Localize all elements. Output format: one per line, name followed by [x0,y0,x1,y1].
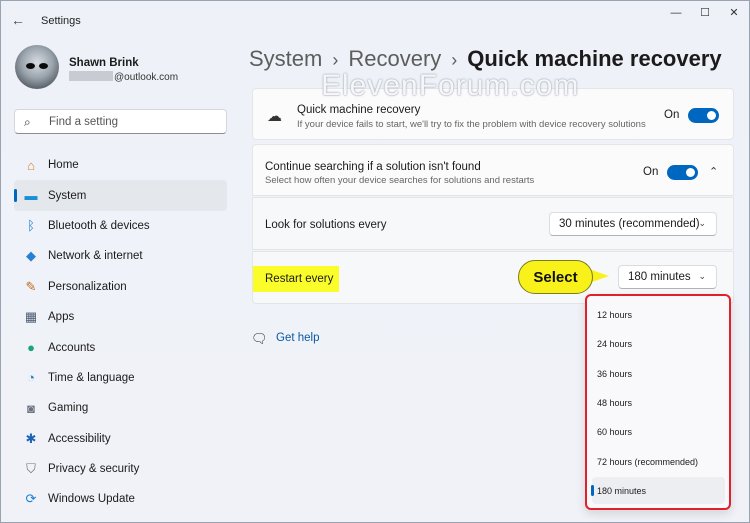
menu-option[interactable]: 24 hours [592,330,725,357]
avatar-eye-right [39,63,48,69]
help-chat-icon: 🗨 [251,331,268,346]
sidebar-item-label: Accounts [48,341,96,354]
sidebar-item-label: Personalization [48,280,127,293]
sidebar-item-label: System [48,189,87,202]
chevron-up-icon[interactable]: ⌃ [709,165,718,178]
look-interval-dropdown[interactable]: 30 minutes (recommended) ⌄ [549,212,717,236]
sidebar-item-label: Accessibility [48,432,111,445]
menu-option[interactable]: 72 hours (recommended) [592,448,725,475]
continue-toggle[interactable] [667,165,698,180]
sidebar-item-label: Network & internet [48,250,143,263]
brush-icon: ✎ [25,278,37,294]
breadcrumb-recovery[interactable]: Recovery [348,46,441,71]
continue-subtitle: Select how often your device searches fo… [265,175,535,186]
sidebar-nav: ⌂ Home ▬ System ᛒ Bluetooth & devices ◆ Network… [14,150,227,515]
restart-label-highlight: Restart every [253,266,339,292]
menu-option[interactable]: 48 hours [592,389,725,416]
sidebar-item-home[interactable]: ⌂ Home [14,150,227,180]
continue-toggle-label: On [643,166,659,178]
avatar [15,45,59,89]
sidebar-item-windows-update[interactable]: ⟳ Windows Update [14,484,227,514]
sidebar-item-accounts[interactable]: ● Accounts [14,332,227,362]
avatar-eye-left [26,63,35,69]
look-for-solutions-row: Look for solutions every 30 minutes (rec… [252,197,734,250]
restart-label: Restart every [265,273,334,285]
restart-interval-value: 180 minutes [628,271,691,283]
breadcrumb-system[interactable]: System [249,46,322,71]
back-arrow-icon[interactable]: ← [11,12,29,28]
close-button[interactable]: ✕ [722,5,746,21]
watermark: ElevenForum.com [321,69,580,102]
wifi-icon: ◆ [26,248,36,264]
user-email-domain: @outlook.com [114,72,179,83]
menu-option-label: 12 hours [597,310,633,320]
minimize-button[interactable]: — [664,5,688,21]
gamepad-icon: ◙ [27,400,35,416]
menu-option-label: 36 hours [597,368,633,379]
search-input[interactable]: ⌕ Find a setting [14,109,227,134]
qmr-toggle[interactable] [688,108,719,123]
sidebar-item-system[interactable]: ▬ System [14,180,227,211]
breadcrumb-separator: › [332,50,339,70]
settings-window: ← Settings — ☐ ✕ Shawn Brink @outlook.co… [0,0,750,523]
home-icon: ⌂ [27,157,35,173]
menu-option[interactable]: 60 hours [592,418,725,445]
sidebar-item-label: Privacy & security [48,463,140,476]
sidebar-item-label: Home [48,159,79,172]
sidebar-item-accessibility[interactable]: ✱ Accessibility [14,424,227,454]
bluetooth-icon: ᛒ [27,218,35,234]
menu-option-label: 24 hours [597,339,633,350]
sidebar-item-label: Windows Update [48,493,135,506]
select-callout: Select [518,260,593,294]
maximize-button[interactable]: ☐ [693,5,717,21]
menu-option[interactable]: 12 hours [592,301,725,328]
sidebar-item-time-language[interactable]: ◔ Time & language [14,363,227,393]
globe-clock-icon: ◔ [27,370,35,386]
accessibility-icon: ✱ [25,430,37,446]
menu-option-label: 72 hours (recommended) [597,456,699,467]
qmr-subtitle: If your device fails to start, we'll try… [297,119,646,130]
user-email: @outlook.com [69,71,178,83]
update-icon: ⟳ [25,491,37,507]
look-label: Look for solutions every [265,219,387,231]
look-interval-value: 30 minutes (recommended) [559,218,700,230]
menu-option-label: 60 hours [597,427,633,438]
user-name: Shawn Brink [69,57,139,69]
get-help-label: Get help [276,332,320,344]
apps-icon: ▦ [24,309,38,325]
search-placeholder: Find a setting [49,116,119,128]
redacted-block [69,71,113,81]
sidebar-item-privacy-security[interactable]: ⛉ Privacy & security [14,454,227,484]
menu-option[interactable]: 36 hours [592,360,725,387]
shield-icon: ⛉ [26,461,36,477]
sidebar-item-label: Gaming [48,402,89,415]
system-icon: ▬ [24,188,38,204]
sidebar-item-network-internet[interactable]: ◆ Network & internet [14,241,227,271]
app-title: Settings [41,15,81,27]
page-title: Quick machine recovery [467,46,722,71]
sidebar-item-gaming[interactable]: ◙ Gaming [14,393,227,423]
menu-option[interactable]: 180 minutes [591,476,725,504]
restart-interval-menu: 12 hours 24 hours 36 hours 48 hours 60 hours… [585,294,731,510]
sidebar-item-personalization[interactable]: ✎ Personalization [14,272,227,302]
chevron-down-icon: ⌄ [698,271,706,281]
title-bar: ← Settings — ☐ ✕ [1,1,749,39]
qmr-toggle-label: On [664,109,680,121]
menu-option-label: 180 minutes [597,485,647,496]
restart-interval-dropdown[interactable]: 180 minutes ⌄ [618,265,717,289]
person-icon: ● [27,340,35,356]
cloud-icon: ☁ [267,108,282,125]
sidebar-item-label: Apps [48,311,75,324]
breadcrumb-separator: › [451,50,458,70]
sidebar-item-label: Time & language [48,371,135,384]
sidebar-item-label: Bluetooth & devices [48,219,150,232]
qmr-title: Quick machine recovery [297,104,421,116]
search-icon: ⌕ [24,115,31,129]
menu-option-label: 48 hours [597,397,633,408]
sidebar-item-apps[interactable]: ▦ Apps [14,302,227,332]
chevron-down-icon: ⌄ [698,218,706,228]
sidebar-item-bluetooth-devices[interactable]: ᛒ Bluetooth & devices [14,211,227,241]
continue-searching-card[interactable]: Continue searching if a solution isn't f… [252,144,734,196]
continue-title: Continue searching if a solution isn't f… [265,161,481,173]
